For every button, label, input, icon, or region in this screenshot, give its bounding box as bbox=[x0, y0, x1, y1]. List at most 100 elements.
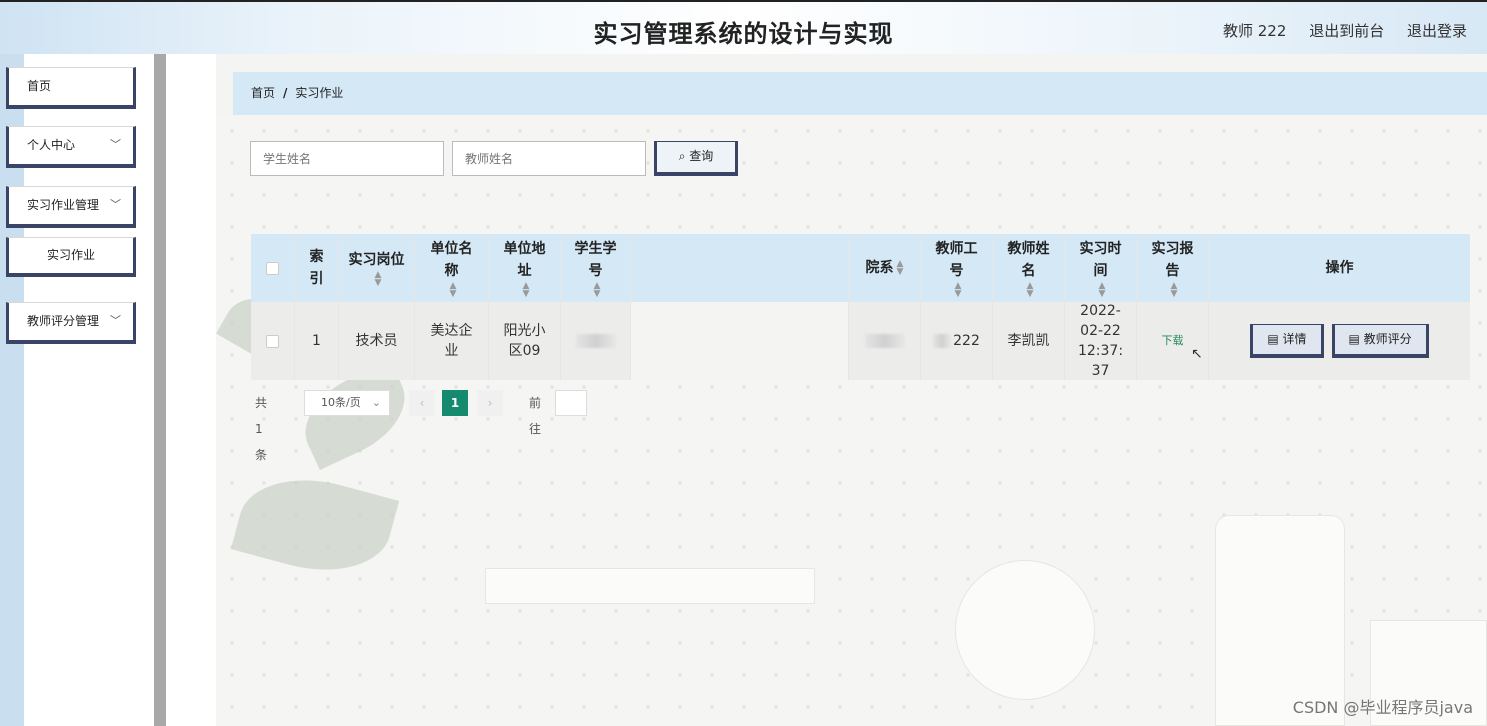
sidebar-item-label: 教师评分管理 bbox=[27, 314, 100, 328]
header-index: 索引 bbox=[295, 234, 339, 302]
ring-decoration bbox=[955, 560, 1095, 700]
sidebar-item-teacher-score-management[interactable]: 教师评分管理 ﹀ bbox=[6, 302, 136, 344]
header-position[interactable]: 实习岗位 ▲ ▼ bbox=[339, 234, 415, 302]
header-company[interactable]: 单位名称 ▲ ▼ bbox=[415, 234, 489, 302]
sort-icon[interactable]: ▲ ▼ bbox=[897, 260, 904, 277]
sort-icon[interactable]: ▲ ▼ bbox=[594, 282, 601, 299]
detail-button-label: 详情 bbox=[1282, 332, 1307, 346]
cell-position: 技术员 bbox=[339, 302, 415, 380]
sidebar-item-label: 个人中心 bbox=[27, 138, 76, 152]
sidebar-item-homework-management[interactable]: 实习作业管理 ﹀ bbox=[6, 186, 136, 228]
header-teacher-name[interactable]: 教师姓名 ▲ ▼ bbox=[993, 234, 1065, 302]
sort-icon[interactable]: ▲ ▼ bbox=[955, 282, 962, 299]
top-header: 实习管理系统的设计与实现 教师 222 退出到前台 退出登录 bbox=[0, 0, 1487, 54]
header-report-label: 实习报告 bbox=[1151, 241, 1194, 279]
search-button[interactable]: ⌕ 查询 bbox=[654, 141, 738, 176]
watermark: CSDN @毕业程序员java bbox=[1292, 698, 1473, 717]
redacted-value bbox=[575, 334, 616, 348]
logout-link[interactable]: 退出登录 bbox=[1407, 22, 1467, 40]
sidebar-item-personal-center[interactable]: 个人中心 ﹀ bbox=[6, 126, 136, 168]
sort-icon[interactable]: ▲ ▼ bbox=[450, 282, 457, 299]
sidebar-item-label: 实习作业 bbox=[46, 248, 95, 262]
redacted-value bbox=[864, 334, 905, 348]
table-header: 索引 实习岗位 ▲ ▼ 单位名称 ▲ ▼ 单位地址 ▲ ▼ 学生学号 ▲ ▼ 院系 ▲ ▼ 教师工… bbox=[251, 234, 1470, 302]
back-to-front-link[interactable]: 退出到前台 bbox=[1309, 22, 1384, 40]
select-all-cell bbox=[251, 234, 295, 302]
header-address-label: 单位地址 bbox=[503, 241, 546, 279]
row-select-cell bbox=[251, 302, 295, 380]
header-student-no[interactable]: 学生学号 ▲ ▼ bbox=[561, 234, 631, 302]
current-user: 教师 222 bbox=[1223, 22, 1287, 40]
detail-button[interactable]: ▤ 详情 bbox=[1250, 324, 1324, 358]
sort-icon[interactable]: ▲ ▼ bbox=[1027, 282, 1034, 299]
header-hidden-column bbox=[631, 234, 849, 302]
header-department[interactable]: 院系 ▲ ▼ bbox=[849, 234, 921, 302]
header-ops: 操作 bbox=[1209, 234, 1470, 302]
mouse-cursor-icon: ↖ bbox=[1191, 346, 1203, 362]
page-size-value: 10条/页 bbox=[321, 396, 361, 409]
cell-time: 2022-02-22 12:37:37 bbox=[1065, 302, 1137, 380]
teacher-score-button[interactable]: ▤ 教师评分 bbox=[1331, 324, 1429, 358]
cell-teacher-no: 222 bbox=[921, 302, 993, 380]
cell-hidden-column bbox=[631, 302, 849, 380]
cell-teacher-name: 李凯凯 bbox=[993, 302, 1065, 380]
row-checkbox[interactable] bbox=[266, 334, 279, 348]
header-department-label: 院系 bbox=[865, 260, 894, 276]
total-count: 共 1 条 bbox=[255, 396, 268, 462]
sidebar-item-home[interactable]: 首页 bbox=[6, 67, 136, 109]
cell-ops: ▤ 详情 ▤ 教师评分 bbox=[1209, 302, 1470, 380]
header-position-label: 实习岗位 bbox=[348, 252, 405, 268]
cell-company: 美达企业 bbox=[415, 302, 489, 380]
header-index-label: 索引 bbox=[309, 249, 324, 287]
header-company-label: 单位名称 bbox=[430, 241, 473, 279]
sidebar-item-label: 首页 bbox=[27, 79, 52, 93]
sidebar-item-homework[interactable]: 实习作业 bbox=[6, 237, 136, 277]
header-teacher-no[interactable]: 教师工号 ▲ ▼ bbox=[921, 234, 993, 302]
breadcrumb-home[interactable]: 首页 bbox=[251, 86, 275, 100]
chevron-down-icon: ⌄ bbox=[371, 396, 381, 409]
sort-icon[interactable]: ▲ ▼ bbox=[375, 271, 382, 288]
header-links: 教师 222 退出到前台 退出登录 bbox=[1205, 20, 1467, 41]
teacher-name-input[interactable] bbox=[452, 141, 646, 176]
sort-icon[interactable]: ▲ ▼ bbox=[1099, 282, 1106, 299]
chevron-down-icon: ﹀ bbox=[110, 138, 121, 151]
sidebar-scrollbar[interactable] bbox=[154, 54, 166, 726]
next-page-button[interactable]: › bbox=[477, 390, 503, 416]
header-ops-label: 操作 bbox=[1325, 260, 1354, 276]
cell-student-no bbox=[561, 302, 631, 380]
student-name-input[interactable] bbox=[250, 141, 444, 176]
cell-teacher-no-value: 222 bbox=[953, 333, 980, 349]
select-all-checkbox[interactable] bbox=[266, 261, 279, 275]
header-address[interactable]: 单位地址 ▲ ▼ bbox=[489, 234, 561, 302]
document-icon: ▤ bbox=[1348, 332, 1360, 346]
header-time-label: 实习时间 bbox=[1079, 241, 1122, 279]
breadcrumb-separator: / bbox=[283, 86, 288, 100]
header-report[interactable]: 实习报告 ▲ ▼ bbox=[1137, 234, 1209, 302]
document-icon: ▤ bbox=[1267, 332, 1279, 346]
chevron-down-icon: ﹀ bbox=[110, 314, 121, 327]
cell-department bbox=[849, 302, 921, 380]
cell-address: 阳光小区09 bbox=[489, 302, 561, 380]
shelf-decoration bbox=[485, 568, 815, 604]
search-button-label: 查询 bbox=[689, 149, 714, 163]
goto-page-input[interactable] bbox=[555, 390, 587, 416]
page-size-select[interactable]: 10条/页 ⌄ bbox=[304, 390, 390, 416]
cell-report: 下载 bbox=[1137, 302, 1209, 380]
sort-icon[interactable]: ▲ ▼ bbox=[1171, 282, 1178, 299]
header-teacher-name-label: 教师姓名 bbox=[1007, 241, 1050, 279]
sidebar-item-label: 实习作业管理 bbox=[27, 198, 100, 212]
sort-icon[interactable]: ▲ ▼ bbox=[523, 282, 530, 299]
prev-page-button[interactable]: ‹ bbox=[409, 390, 435, 416]
header-time[interactable]: 实习时间 ▲ ▼ bbox=[1065, 234, 1137, 302]
header-student-no-label: 学生学号 bbox=[574, 241, 617, 279]
table-row: 1 技术员 美达企业 阳光小区09 222 李凯凯 2022-02-22 12:… bbox=[251, 302, 1470, 380]
goto-label: 前往 bbox=[529, 396, 542, 436]
sidebar-gutter bbox=[166, 54, 216, 726]
teacher-score-button-label: 教师评分 bbox=[1363, 332, 1412, 346]
breadcrumb: 首页 / 实习作业 bbox=[233, 72, 1487, 115]
page-number-active[interactable]: 1 bbox=[442, 390, 468, 416]
redacted-prefix bbox=[933, 334, 952, 348]
cell-index: 1 bbox=[295, 302, 339, 380]
header-teacher-no-label: 教师工号 bbox=[935, 241, 978, 279]
download-link[interactable]: 下载 bbox=[1162, 331, 1184, 351]
